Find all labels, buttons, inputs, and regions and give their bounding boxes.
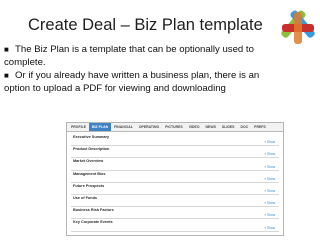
section-title: Future Prospects (73, 183, 105, 188)
section-title: Market Overview (73, 159, 104, 164)
section-list: Executive Summary » Show Product Descrip… (67, 132, 283, 232)
tab-profile[interactable]: PROFILE (68, 123, 89, 131)
section-title: Management Bios (73, 171, 106, 176)
section-business-risk-factors: Business Risk Factors » Show (71, 207, 279, 220)
section-future-prospects: Future Prospects » Show (71, 183, 279, 195)
section-title: Executive Summary (73, 135, 110, 139)
tab-prefs[interactable]: PREFS (251, 123, 269, 131)
show-link[interactable]: » Show (264, 201, 275, 205)
tab-operating[interactable]: OPERATING (136, 123, 162, 131)
bullet-list: ■ The Biz Plan is a template that can be … (4, 43, 274, 95)
tab-doc[interactable]: DOC (237, 123, 251, 131)
show-link[interactable]: » Show (264, 213, 275, 217)
tab-bar: PROFILE BIZ PLAN FINANCIAL OPERATING PIC… (67, 123, 283, 132)
tab-news[interactable]: NEWS (203, 123, 219, 131)
section-title: Product Description (73, 147, 110, 152)
tab-pictures[interactable]: PICTURES (162, 123, 186, 131)
tab-slides[interactable]: SLIDES (219, 123, 238, 131)
section-use-of-funds: Use of Funds » Show (71, 195, 279, 208)
show-link[interactable]: » Show (264, 226, 275, 230)
section-title: Key Corporate Events (73, 220, 113, 225)
square-bullet-icon: ■ (4, 45, 9, 54)
puzzle-logo-icon (281, 10, 315, 44)
section-title: Use of Funds (73, 195, 98, 200)
tab-biz-plan[interactable]: BIZ PLAN (89, 123, 112, 131)
tab-financial[interactable]: FINANCIAL (111, 123, 136, 131)
square-bullet-icon: ■ (4, 71, 9, 80)
show-link[interactable]: » Show (264, 165, 275, 169)
section-title: Business Risk Factors (73, 208, 114, 213)
section-market-overview: Market Overview » Show (71, 158, 279, 171)
show-link[interactable]: » Show (264, 189, 275, 193)
bullet-item: ■ The Biz Plan is a template that can be … (4, 43, 274, 69)
section-executive-summary: Executive Summary » Show (71, 134, 279, 147)
show-link[interactable]: » Show (264, 177, 275, 181)
bullet-text: The Biz Plan is a template that can be o… (4, 44, 254, 68)
section-key-corporate-events: Key Corporate Events » Show (71, 219, 279, 232)
section-product-description: Product Description » Show (71, 146, 279, 159)
bullet-text: Or if you already have written a busines… (4, 70, 260, 94)
section-management-bios: Management Bios » Show (71, 171, 279, 183)
embedded-screenshot: PROFILE BIZ PLAN FINANCIAL OPERATING PIC… (66, 122, 284, 236)
bullet-item: ■ Or if you already have written a busine… (4, 69, 274, 95)
show-link[interactable]: » Show (264, 140, 275, 144)
show-link[interactable]: » Show (264, 152, 275, 156)
tab-video[interactable]: VIDEO (186, 123, 203, 131)
slide-title: Create Deal – Biz Plan template (28, 16, 263, 34)
